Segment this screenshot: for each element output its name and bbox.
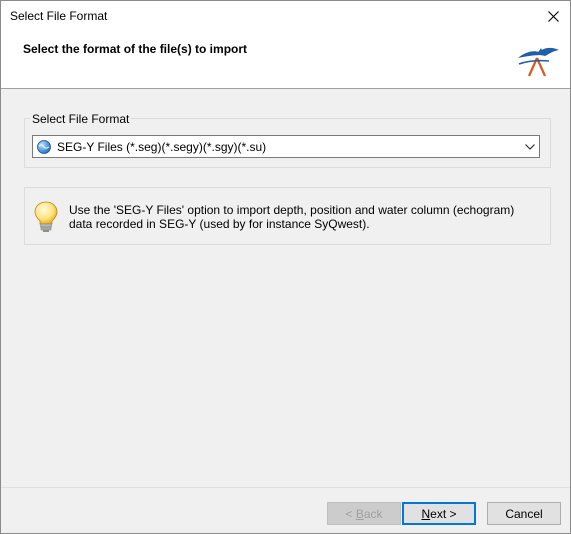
back-label-prefix: < [345, 506, 356, 521]
selected-format: SEG-Y Files (*.seg)(*.segy)(*.sgy)(*.su) [57, 139, 267, 154]
page-title: Select the format of the file(s) to impo… [23, 42, 248, 56]
next-label-rest: ext > [430, 506, 457, 521]
info-text: Use the 'SEG-Y Files' option to import d… [69, 203, 515, 231]
back-label-rest: ack [363, 506, 383, 521]
close-icon [547, 11, 559, 22]
next-button[interactable]: Next > [402, 502, 476, 525]
info-panel: Use the 'SEG-Y Files' option to import d… [24, 187, 551, 245]
cancel-label: Cancel [505, 506, 543, 521]
brand-logo [518, 47, 559, 77]
back-label-key: B [355, 506, 364, 521]
wizard-header: Select the format of the file(s) to impo… [1, 32, 570, 89]
footer-divider [1, 487, 570, 488]
chevron-down-icon [525, 143, 535, 150]
window-title: Select File Format [10, 9, 108, 23]
next-label-key: N [421, 506, 431, 521]
format-group-label: Select File Format [30, 112, 132, 126]
lightbulb-icon [34, 201, 58, 232]
back-button[interactable]: < Back [327, 502, 401, 525]
close-button[interactable] [536, 1, 570, 32]
dropdown-button[interactable] [521, 143, 539, 150]
globe-icon [37, 139, 51, 154]
file-format-select[interactable]: SEG-Y Files (*.seg)(*.segy)(*.sgy)(*.su) [32, 135, 540, 158]
dialog-window: Select File Format Select the format of … [0, 0, 571, 534]
cancel-button[interactable]: Cancel [487, 502, 561, 525]
title-bar: Select File Format [1, 1, 570, 32]
